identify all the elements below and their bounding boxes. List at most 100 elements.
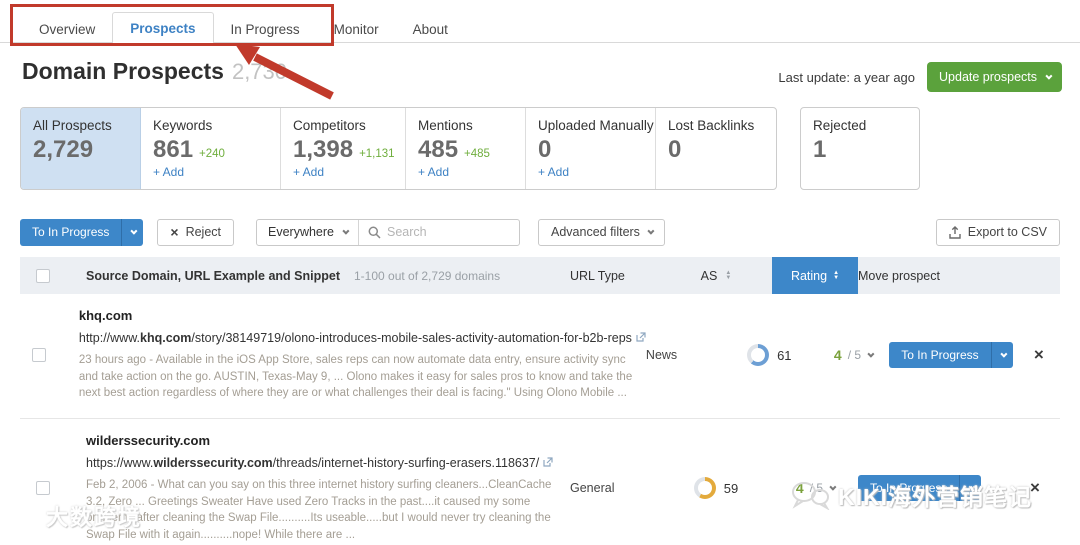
stat-label: Uploaded Manually	[538, 118, 654, 133]
stat-label: All Prospects	[33, 118, 112, 133]
table-row: khq.com http://www.khq.com/story/3814971…	[20, 294, 1060, 420]
reject-button[interactable]: × Reject	[157, 218, 234, 246]
row-snippet: Feb 2, 2006 - What can you say on this t…	[86, 479, 552, 542]
url-path: /story/38149719/olono-introduces-mobile-…	[191, 331, 632, 345]
chevron-down-icon	[647, 227, 655, 235]
external-link-icon[interactable]	[543, 457, 553, 467]
column-rating-label: Rating	[790, 268, 828, 283]
bulk-move-caret[interactable]	[121, 218, 144, 246]
column-as-label: AS	[700, 268, 718, 283]
stat-label: Rejected	[813, 118, 867, 133]
stat-delta: +240	[199, 148, 225, 160]
row-move-button[interactable]: To In Progress	[889, 342, 1013, 368]
export-csv-button[interactable]: Export to CSV	[935, 218, 1060, 246]
row-move-label: To In Progress	[889, 342, 991, 368]
stat-label: Keywords	[153, 118, 213, 133]
bulk-move-label: To In Progress	[20, 218, 122, 246]
column-move-prospect: Move prospect	[858, 268, 940, 283]
rating-value: 4	[833, 347, 842, 363]
export-csv-label: Export to CSV	[967, 225, 1047, 239]
stat-label: Competitors	[293, 118, 366, 133]
tab-overview[interactable]: Overview	[22, 14, 112, 45]
add-uploaded-link[interactable]: + Add	[538, 165, 643, 179]
url-path: /threads/internet-history-surfing-eraser…	[272, 456, 540, 471]
tab-in-progress[interactable]: In Progress	[214, 14, 317, 45]
row-url-type: News	[645, 348, 678, 362]
stat-card-competitors[interactable]: Competitors 1,398 +1,131 + Add	[281, 108, 406, 189]
stat-card-uploaded-manually[interactable]: Uploaded Manually 0 + Add	[526, 108, 656, 189]
watermark-dashu: 大数跨境	[6, 500, 142, 532]
prospect-stats-cards: All Prospects 2,729 Keywords 861 +240 + …	[20, 107, 777, 190]
url-domain: khq.com	[140, 331, 192, 345]
stat-card-all-prospects[interactable]: All Prospects 2,729	[21, 108, 141, 189]
row-domain[interactable]: khq.com	[79, 308, 646, 323]
tab-bar: Overview Prospects In Progress Monitor A…	[0, 0, 1080, 45]
scope-dropdown[interactable]: Everywhere	[257, 219, 359, 245]
row-remove-button[interactable]: ×	[1034, 345, 1044, 365]
rating-dropdown[interactable]: 4 / 5	[817, 308, 890, 402]
column-as-sort[interactable]: AS ▲ ▼	[660, 257, 772, 294]
table-toolbar: To In Progress × Reject Everywhere Advan…	[20, 218, 1060, 246]
tab-monitor[interactable]: Monitor	[317, 14, 396, 45]
watermark-text: 大数跨境	[46, 505, 143, 530]
search-input[interactable]	[387, 225, 507, 239]
reject-label: Reject	[185, 225, 221, 239]
stat-card-keywords[interactable]: Keywords 861 +240 + Add	[141, 108, 281, 189]
page-title-count: 2,730	[231, 59, 288, 84]
tab-about[interactable]: About	[396, 14, 465, 45]
column-url-type[interactable]: URL Type	[570, 269, 625, 283]
chevron-down-icon	[342, 227, 350, 235]
row-url-link[interactable]: https://www.wilderssecurity.com/threads/…	[86, 456, 539, 470]
add-keywords-link[interactable]: + Add	[153, 165, 268, 179]
tab-prospects[interactable]: Prospects	[112, 12, 214, 45]
row-move-caret[interactable]	[990, 342, 1013, 368]
stat-label: Mentions	[418, 118, 473, 133]
url-domain: wilderssecurity.com	[153, 456, 273, 471]
row-url-type: General	[570, 481, 615, 496]
scope-label: Everywhere	[268, 225, 334, 239]
stat-card-lost-backlinks[interactable]: Lost Backlinks 0	[656, 108, 776, 189]
stat-value: 861	[153, 136, 194, 163]
url-prefix: https://www.	[86, 456, 154, 471]
export-icon	[949, 225, 961, 239]
chevron-down-icon	[1045, 72, 1053, 80]
advanced-filters-label: Advanced filters	[551, 225, 640, 239]
column-rating-sort[interactable]: Rating ▲ ▼	[772, 257, 858, 294]
row-domain[interactable]: wilderssecurity.com	[86, 433, 570, 448]
stat-card-mentions[interactable]: Mentions 485 +485 + Add	[406, 108, 526, 189]
search-icon	[368, 226, 381, 239]
stat-card-rejected[interactable]: Rejected 1	[800, 107, 920, 190]
results-range: 1-100 out of 2,729 domains	[354, 268, 501, 283]
as-score-donut	[747, 344, 770, 366]
row-snippet: 23 hours ago - Available in the iOS App …	[78, 354, 633, 400]
row-url-link[interactable]: http://www.khq.com/story/38149719/olono-…	[79, 331, 632, 345]
table-header-row: Source Domain, URL Example and Snippet 1…	[20, 257, 1060, 294]
row-checkbox[interactable]	[36, 481, 50, 496]
row-checkbox[interactable]	[32, 348, 47, 362]
dashu-logo-icon	[8, 504, 40, 528]
watermark-text: KIKI海外营销笔记	[838, 484, 1032, 510]
stat-value: 0	[668, 136, 682, 163]
stat-value: 1,398	[293, 136, 354, 163]
bulk-move-button[interactable]: To In Progress	[20, 218, 144, 246]
as-score-value: 61	[777, 347, 792, 363]
url-prefix: http://www.	[78, 331, 141, 345]
stat-label: Lost Backlinks	[668, 118, 755, 133]
external-link-icon[interactable]	[636, 332, 646, 342]
select-all-checkbox[interactable]	[36, 268, 50, 283]
update-prospects-label: Update prospects	[939, 70, 1037, 84]
stat-delta: +1,131	[359, 148, 395, 160]
add-mentions-link[interactable]: + Add	[418, 165, 513, 179]
as-score-value: 59	[723, 480, 739, 496]
update-prospects-button[interactable]: Update prospects	[927, 62, 1062, 92]
as-score-donut	[693, 477, 716, 500]
sort-arrows-icon: ▲ ▼	[833, 269, 840, 281]
advanced-filters-button[interactable]: Advanced filters	[538, 218, 665, 246]
stat-value: 1	[813, 136, 827, 163]
rating-max: / 5	[847, 348, 862, 362]
stat-delta: +485	[464, 148, 490, 160]
prospects-page: Overview Prospects In Progress Monitor A…	[0, 0, 1080, 545]
add-competitors-link[interactable]: + Add	[293, 165, 393, 179]
wechat-icon	[792, 482, 830, 510]
chevron-down-icon	[867, 350, 875, 358]
